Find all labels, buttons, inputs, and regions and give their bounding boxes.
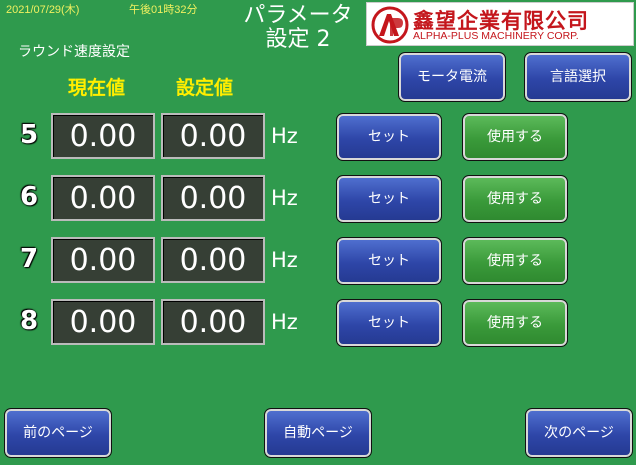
page-title: パラメータ 設定 2 xyxy=(228,4,368,52)
setting-value-input[interactable]: 0.00 xyxy=(161,175,265,221)
prev-page-button[interactable]: 前のページ xyxy=(4,408,112,458)
company-logo: 鑫望企業有限公司 ALPHA-PLUS MACHINERY CORP. xyxy=(366,2,634,46)
column-header-setting: 設定値 xyxy=(176,77,234,99)
status-date: 2021/07/29(木) xyxy=(6,4,80,16)
current-value-display: 0.00 xyxy=(51,113,155,159)
setting-value-input[interactable]: 0.00 xyxy=(161,113,265,159)
page-title-line1: パラメータ xyxy=(243,3,353,28)
current-value-display: 0.00 xyxy=(51,175,155,221)
use-button[interactable]: 使用する xyxy=(462,299,568,347)
setting-value-input[interactable]: 0.00 xyxy=(161,299,265,345)
current-value-display: 0.00 xyxy=(51,299,155,345)
current-value-display: 0.00 xyxy=(51,237,155,283)
use-button[interactable]: 使用する xyxy=(462,175,568,223)
company-name-en: ALPHA-PLUS MACHINERY CORP. xyxy=(413,30,579,42)
next-page-button[interactable]: 次のページ xyxy=(525,408,633,458)
row-number: 5 xyxy=(20,120,39,150)
column-header-current: 現在値 xyxy=(68,77,126,99)
set-button[interactable]: セット xyxy=(336,113,442,161)
row-number: 6 xyxy=(20,182,39,212)
row-number: 7 xyxy=(20,244,39,274)
use-button[interactable]: 使用する xyxy=(462,237,568,285)
page-title-line2: 設定 2 xyxy=(265,27,331,52)
unit-label: Hz xyxy=(271,310,298,334)
unit-label: Hz xyxy=(271,124,298,148)
row-number: 8 xyxy=(20,306,39,336)
set-button[interactable]: セット xyxy=(336,237,442,285)
auto-page-button[interactable]: 自動ページ xyxy=(264,408,372,458)
set-button[interactable]: セット xyxy=(336,299,442,347)
language-select-button[interactable]: 言語選択 xyxy=(524,52,632,102)
set-button[interactable]: セット xyxy=(336,175,442,223)
company-logo-mark-icon xyxy=(371,6,409,44)
setting-value-input[interactable]: 0.00 xyxy=(161,237,265,283)
unit-label: Hz xyxy=(271,186,298,210)
motor-current-button[interactable]: モータ電流 xyxy=(398,52,506,102)
use-button[interactable]: 使用する xyxy=(462,113,568,161)
unit-label: Hz xyxy=(271,248,298,272)
section-label: ラウンド速度設定 xyxy=(18,44,130,60)
status-time: 午後01時32分 xyxy=(129,4,198,16)
